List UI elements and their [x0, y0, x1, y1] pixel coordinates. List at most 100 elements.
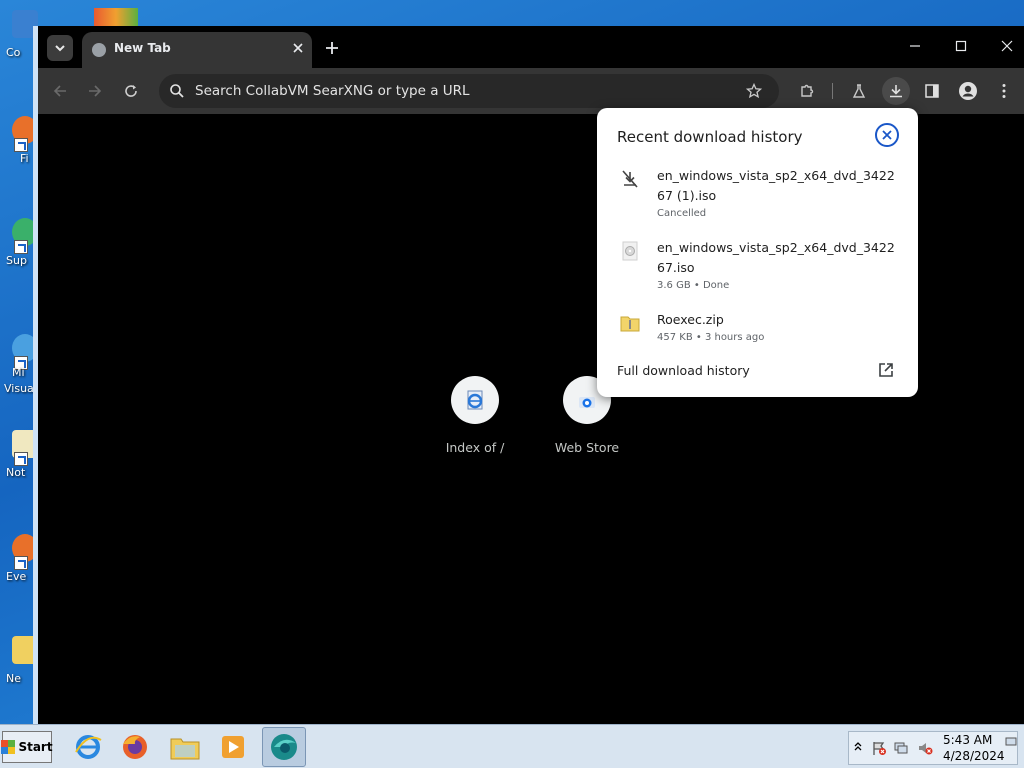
download-status: Cancelled: [657, 208, 707, 219]
web-store-icon: [579, 397, 595, 408]
desktop-icon-label: Sup: [6, 254, 27, 267]
zip-folder-icon: [620, 316, 640, 332]
download-status: 457 KB • 3 hours ago: [657, 332, 765, 343]
close-icon: [882, 130, 892, 140]
globe-icon: [92, 43, 106, 57]
desktop-icon-label: Ne: [6, 672, 21, 685]
new-tab-button[interactable]: [320, 36, 344, 60]
network-icon[interactable]: [893, 740, 909, 756]
full-download-history-link[interactable]: Full download history: [617, 363, 750, 378]
omnibox-placeholder: Search CollabVM SearXNG or type a URL: [195, 83, 470, 99]
chevron-down-icon: [55, 45, 65, 52]
shortcut-arrow-icon: [14, 240, 28, 254]
shortcut-icon-circle: [451, 376, 499, 424]
download-filename: Roexec.zip: [657, 312, 724, 327]
close-icon: [1001, 40, 1013, 52]
clock-time[interactable]: 5:43 AM: [943, 733, 992, 747]
close-icon: [293, 43, 303, 53]
tab-title: New Tab: [114, 41, 171, 55]
forward-button[interactable]: [81, 77, 109, 105]
clock-date[interactable]: 4/28/2024: [943, 749, 1005, 763]
download-item[interactable]: en_windows_vista_sp2_x64_dvd_342267.iso …: [597, 238, 918, 294]
shortcut-arrow-icon: [14, 556, 28, 570]
menu-button[interactable]: [990, 77, 1018, 105]
popup-title: Recent download history: [617, 128, 803, 146]
tab-strip: New Tab: [38, 26, 1024, 68]
shortcut-arrow-icon: [14, 452, 28, 466]
extensions-button[interactable]: [793, 77, 821, 105]
start-label: Start: [18, 740, 53, 754]
start-button[interactable]: Start: [1, 731, 53, 763]
windows-logo-icon: [1, 740, 16, 754]
arrow-left-icon: [53, 85, 66, 97]
taskbar-browser[interactable]: [262, 727, 306, 767]
downloads-button[interactable]: [882, 77, 910, 105]
maximize-button[interactable]: [946, 34, 976, 58]
ie-document-icon: [467, 390, 483, 410]
shortcut-tile-index[interactable]: Index of /: [425, 376, 525, 466]
action-center-flag-icon[interactable]: [871, 740, 887, 756]
download-filename: en_windows_vista_sp2_x64_dvd_342267.iso: [657, 240, 895, 275]
shortcut-label: Index of /: [445, 440, 505, 455]
tab-search-button[interactable]: [47, 35, 73, 61]
download-cancelled-icon: [622, 170, 638, 188]
desktop-icon-label: Not: [6, 466, 26, 479]
open-external-icon[interactable]: [877, 361, 895, 379]
taskbar-ie[interactable]: [66, 727, 110, 767]
desktop-icon-label: Co: [6, 46, 21, 59]
volume-muted-icon[interactable]: [917, 740, 933, 756]
tab-close-button[interactable]: [288, 38, 308, 58]
media-player-icon: [222, 736, 244, 758]
taskbar-firefox[interactable]: [113, 727, 157, 767]
side-panel-button[interactable]: [918, 77, 946, 105]
arrow-right-icon: [89, 85, 102, 97]
minimize-icon: [910, 45, 920, 47]
system-tray: 5:43 AM 4/28/2024: [848, 731, 1018, 765]
download-filename: en_windows_vista_sp2_x64_dvd_342267 (1).…: [657, 168, 895, 203]
desktop-window-fragment: [94, 8, 138, 26]
close-window-button[interactable]: [992, 34, 1022, 58]
browser-window: New Tab Search CollabVM SearXNG or type …: [33, 26, 1024, 724]
desktop-icon-label: Eve: [6, 570, 27, 583]
puzzle-icon: [801, 84, 814, 97]
flask-icon: [852, 84, 866, 98]
download-item[interactable]: Roexec.zip 457 KB • 3 hours ago: [597, 310, 918, 350]
disc-image-icon: [622, 241, 638, 261]
tab-new-tab[interactable]: New Tab: [82, 32, 312, 68]
bookmark-star-button[interactable]: [743, 80, 765, 102]
browser-app-icon: [271, 734, 297, 760]
download-item[interactable]: en_windows_vista_sp2_x64_dvd_342267 (1).…: [597, 166, 918, 222]
internet-explorer-icon: [75, 735, 102, 759]
shortcut-label: Web Store: [554, 440, 620, 455]
download-status: 3.6 GB • Done: [657, 280, 730, 291]
desktop-icon-label: Visua: [4, 382, 34, 395]
side-panel-icon: [925, 84, 939, 98]
kebab-menu-icon: [1002, 84, 1006, 98]
desktop-icon-label: Mi: [12, 366, 25, 379]
folder-icon: [170, 738, 200, 760]
chevron-up-icon: [854, 742, 862, 751]
show-desktop-icon[interactable]: [1005, 736, 1017, 748]
desktop-icon-label: Fi: [20, 152, 29, 165]
maximize-icon: [955, 40, 967, 52]
star-icon: [746, 83, 762, 99]
profile-button[interactable]: [954, 77, 982, 105]
taskbar-explorer[interactable]: [163, 727, 207, 767]
search-icon: [170, 84, 184, 98]
avatar-icon: [959, 82, 977, 100]
firefox-icon: [123, 735, 147, 759]
download-icon: [890, 85, 902, 98]
taskbar: Start 5:43 AM 4/28/2024: [0, 724, 1024, 768]
labs-button[interactable]: [845, 77, 873, 105]
toolbar-divider: [832, 83, 833, 99]
omnibox[interactable]: Search CollabVM SearXNG or type a URL: [159, 74, 779, 108]
reload-icon: [125, 85, 137, 97]
taskbar-media-player[interactable]: [211, 727, 255, 767]
show-hidden-icons-button[interactable]: [853, 740, 869, 756]
download-history-popup: Recent download history en_windows_vista…: [597, 108, 918, 397]
back-button[interactable]: [46, 77, 74, 105]
reload-button[interactable]: [117, 77, 145, 105]
plus-icon: [326, 42, 338, 54]
minimize-button[interactable]: [900, 34, 930, 58]
popup-close-button[interactable]: [875, 123, 899, 147]
